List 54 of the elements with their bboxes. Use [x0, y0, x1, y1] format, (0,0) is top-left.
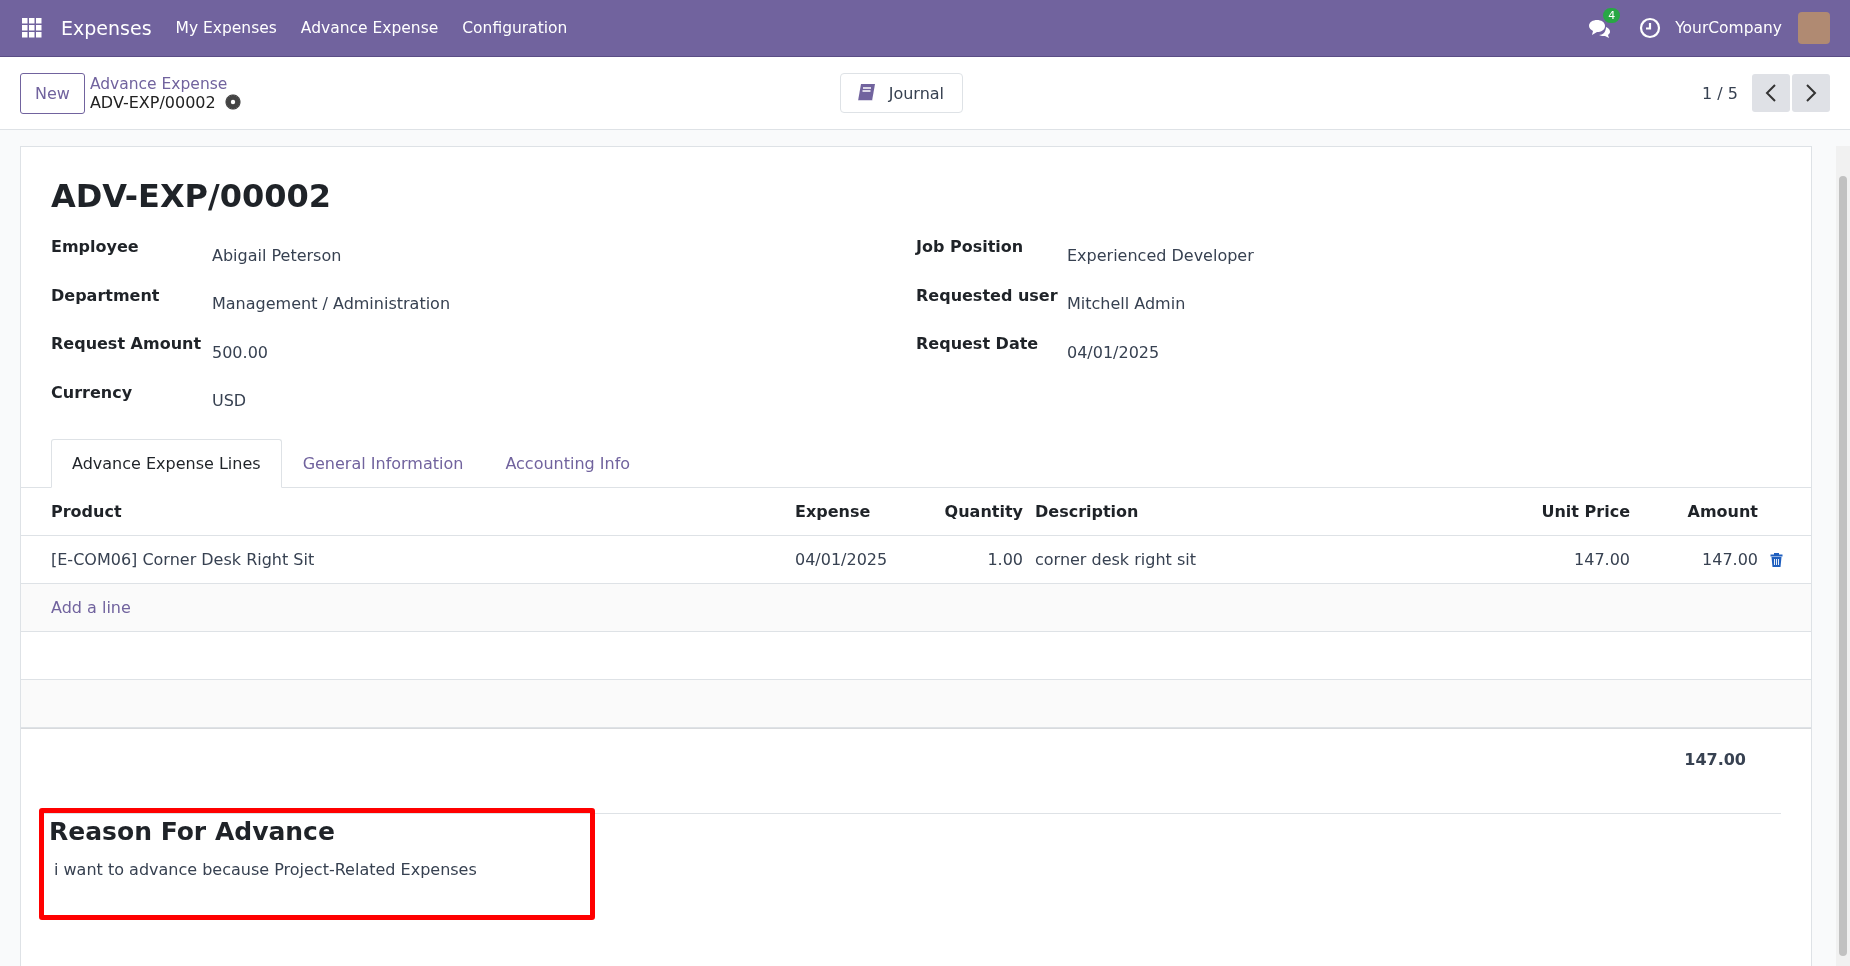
field-label: Requested user: [916, 284, 1059, 305]
chevron-right-icon: [1805, 84, 1817, 102]
scrollbar[interactable]: [1836, 146, 1850, 966]
app-name[interactable]: Expenses: [61, 17, 152, 39]
new-button[interactable]: New: [20, 72, 85, 114]
field-label: Request Date: [916, 333, 1040, 353]
breadcrumb-link[interactable]: Advance Expense: [89, 74, 241, 93]
field-label: Job Position: [916, 236, 1025, 256]
table-cell-text: corner desk right sit: [1034, 550, 1197, 569]
trash-icon[interactable]: [1770, 552, 1783, 567]
chevron-left-icon: [1765, 84, 1777, 102]
tab[interactable]: Advance Expense Lines: [51, 439, 282, 488]
tab[interactable]: Accounting Info: [484, 439, 652, 488]
total-amount: 147.00: [1683, 749, 1746, 769]
add-line-link[interactable]: Add a line: [51, 598, 131, 617]
pager-counter: 1 / 5: [1702, 83, 1738, 103]
column-header[interactable]: Product: [51, 502, 795, 521]
menu-item[interactable]: My Expenses: [175, 19, 277, 37]
field-value: 04/01/2025: [1067, 342, 1160, 362]
company-switcher[interactable]: YourCompany: [1675, 19, 1782, 37]
field-label: Department: [51, 284, 161, 305]
clock-icon[interactable]: [1639, 17, 1662, 39]
field-value: USD: [212, 391, 247, 411]
table-cell-text: 147.00: [1573, 550, 1630, 569]
column-header[interactable]: Quantity: [915, 502, 1023, 521]
column-header[interactable]: Expense: [795, 502, 915, 521]
menu-item[interactable]: Configuration: [462, 19, 568, 37]
record-name: ADV-EXP/00002: [89, 92, 216, 112]
field-value: Abigail Peterson: [212, 245, 342, 265]
field-value: 500.00: [212, 342, 268, 362]
next-button[interactable]: [1792, 74, 1830, 112]
field-label: Request Amount: [51, 333, 203, 353]
field-value: Experienced Developer: [1067, 245, 1254, 265]
chat-icon[interactable]: [1587, 18, 1612, 38]
field-value: Management / Administration: [212, 294, 451, 314]
table-cell-text: 147.00: [1701, 550, 1758, 569]
message-count-badge: 4: [1603, 8, 1621, 23]
journal-button[interactable]: Journal: [839, 73, 964, 113]
previous-button[interactable]: [1752, 74, 1790, 112]
field-label: Employee: [51, 236, 140, 256]
field-value: Mitchell Admin: [1067, 294, 1186, 314]
tab[interactable]: General Information: [281, 439, 485, 488]
record-title: ADV-EXP/00002: [51, 177, 333, 215]
reason-text: i want to advance because Project-Related Expenses: [54, 860, 478, 879]
menu-item[interactable]: Advance Expense: [300, 19, 439, 37]
column-header[interactable]: Unit Price: [1475, 502, 1630, 521]
section-heading: Reason For Advance: [49, 817, 336, 846]
column-header[interactable]: Description: [1023, 502, 1475, 521]
table-cell-text: 1.00: [986, 550, 1023, 569]
column-header[interactable]: Amount: [1630, 502, 1758, 521]
table-cell-text: 04/01/2025: [795, 550, 889, 569]
field-label: Currency: [51, 381, 134, 402]
table-cell-text: [E-COM06] Corner Desk Right Sit: [51, 550, 316, 569]
apps-grid-icon[interactable]: [22, 18, 42, 38]
